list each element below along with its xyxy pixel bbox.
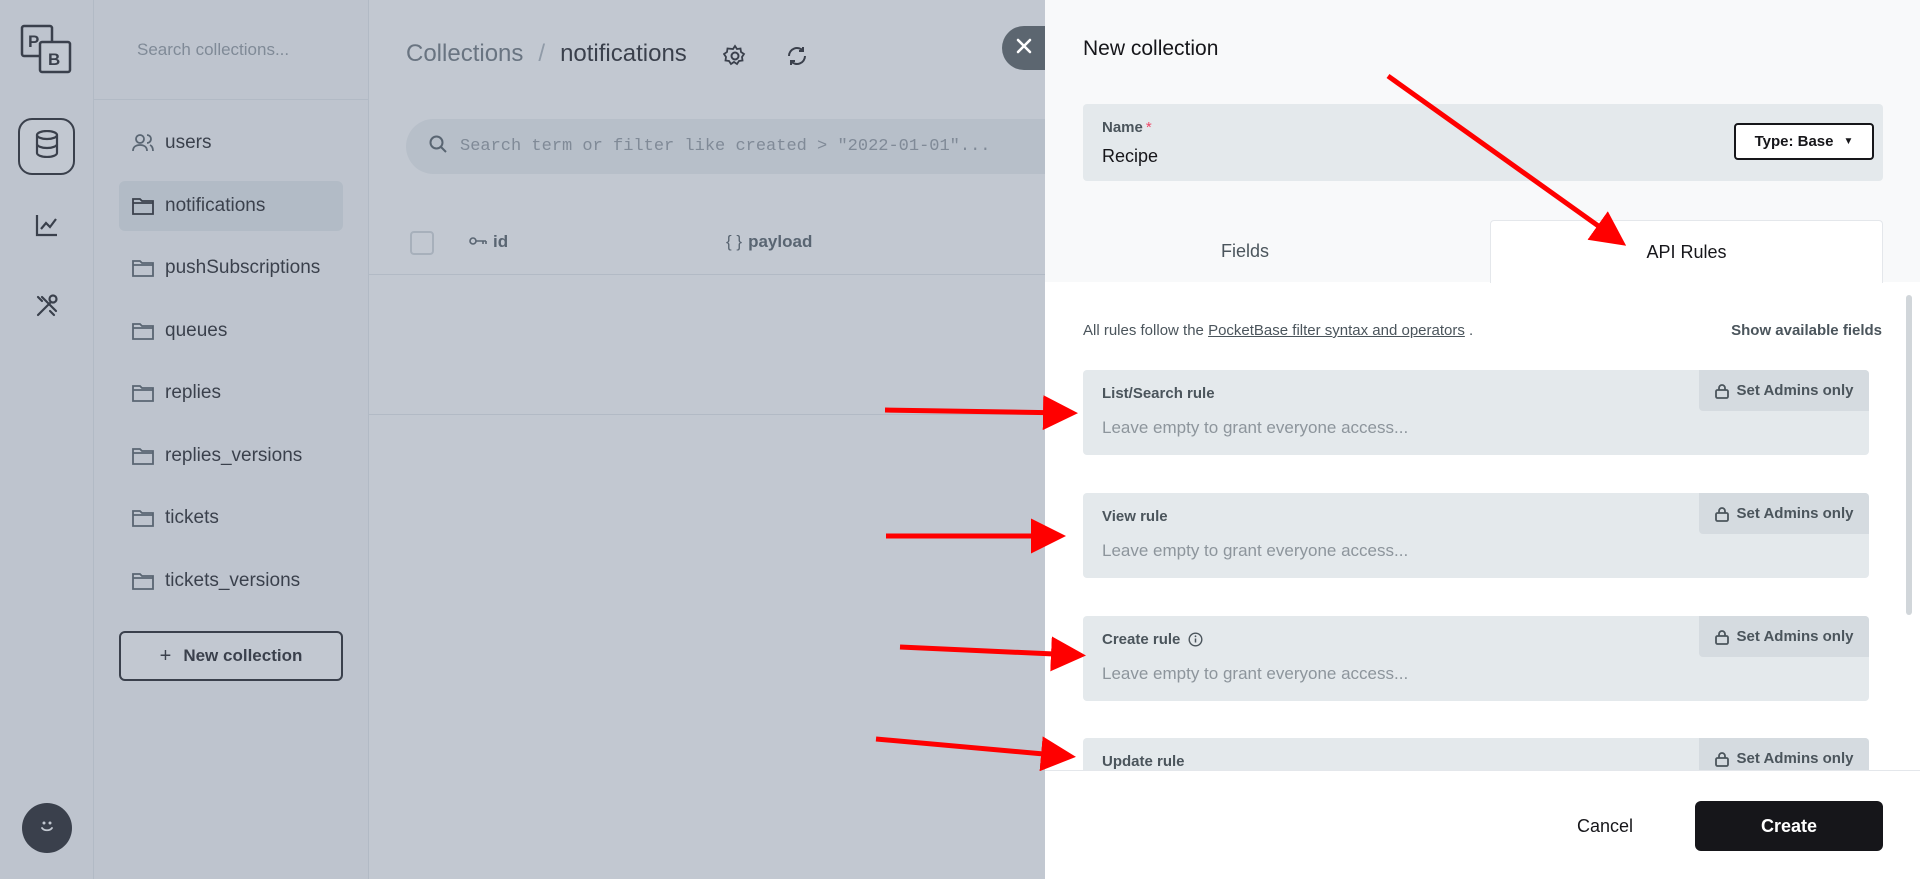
type-button-label: Type: Base <box>1754 133 1834 150</box>
rule-label-text: Create rule <box>1102 631 1181 648</box>
list-search-rule-field[interactable]: List/Search rule Leave empty to grant ev… <box>1083 370 1869 455</box>
cancel-button[interactable]: Cancel <box>1551 801 1659 851</box>
name-field[interactable]: Name * Recipe Type: Base ▼ <box>1083 104 1883 181</box>
panel-scrollbar[interactable] <box>1906 295 1912 615</box>
rules-info-suffix: . <box>1464 322 1474 339</box>
rule-label: Update rule <box>1102 753 1185 770</box>
rule-label: View rule <box>1102 508 1168 525</box>
lock-icon <box>1714 629 1729 645</box>
set-admins-only-button[interactable]: Set Admins only <box>1699 370 1869 411</box>
lock-icon <box>1714 751 1729 767</box>
set-admins-only-button[interactable]: Set Admins only <box>1699 738 1869 770</box>
rule-label: Create rule <box>1102 631 1203 648</box>
set-admins-only-button[interactable]: Set Admins only <box>1699 616 1869 657</box>
rule-label: List/Search rule <box>1102 385 1215 402</box>
modal-overlay[interactable] <box>0 0 1045 879</box>
create-rule-field[interactable]: Create rule Leave empty to grant everyon… <box>1083 616 1869 701</box>
lock-icon <box>1714 506 1729 522</box>
set-admins-only-label: Set Admins only <box>1736 382 1854 399</box>
set-admins-only-label: Set Admins only <box>1736 750 1854 767</box>
set-admins-only-button[interactable]: Set Admins only <box>1699 493 1869 534</box>
rules-info-prefix: All rules follow the <box>1083 322 1209 339</box>
panel-footer: Cancel Create <box>1045 770 1920 879</box>
api-rules-content: All rules follow the PocketBase filter s… <box>1045 282 1920 770</box>
tab-fields[interactable]: Fields <box>1045 220 1445 282</box>
rule-input[interactable]: Leave empty to grant everyone access... <box>1102 418 1408 438</box>
new-collection-panel: New collection Name * Recipe Type: Base ▼… <box>1045 0 1920 879</box>
panel-header: New collection Name * Recipe Type: Base ▼… <box>1045 0 1920 283</box>
set-admins-only-label: Set Admins only <box>1736 505 1854 522</box>
required-mark: * <box>1145 119 1152 136</box>
name-label-text: Name <box>1102 119 1143 136</box>
close-icon <box>1015 37 1033 60</box>
show-available-fields-button[interactable]: Show available fields <box>1731 322 1882 339</box>
rule-input[interactable]: Leave empty to grant everyone access... <box>1102 541 1408 561</box>
lock-icon <box>1714 383 1729 399</box>
tab-api-rules[interactable]: API Rules <box>1490 220 1883 283</box>
create-button[interactable]: Create <box>1695 801 1883 851</box>
close-panel-button[interactable] <box>1002 26 1046 70</box>
name-field-value[interactable]: Recipe <box>1102 146 1158 167</box>
name-field-label: Name * <box>1102 119 1152 136</box>
panel-title: New collection <box>1083 37 1219 60</box>
set-admins-only-label: Set Admins only <box>1736 628 1854 645</box>
info-icon[interactable] <box>1188 632 1203 647</box>
filter-syntax-link[interactable]: PocketBase filter syntax and operators <box>1208 322 1465 339</box>
view-rule-field[interactable]: View rule Leave empty to grant everyone … <box>1083 493 1869 578</box>
type-dropdown-button[interactable]: Type: Base ▼ <box>1734 123 1874 160</box>
rule-input[interactable]: Leave empty to grant everyone access... <box>1102 664 1408 684</box>
rules-info-text: All rules follow the PocketBase filter s… <box>1083 322 1473 339</box>
caret-down-icon: ▼ <box>1843 136 1854 147</box>
update-rule-field[interactable]: Update rule Set Admins only <box>1083 738 1869 770</box>
